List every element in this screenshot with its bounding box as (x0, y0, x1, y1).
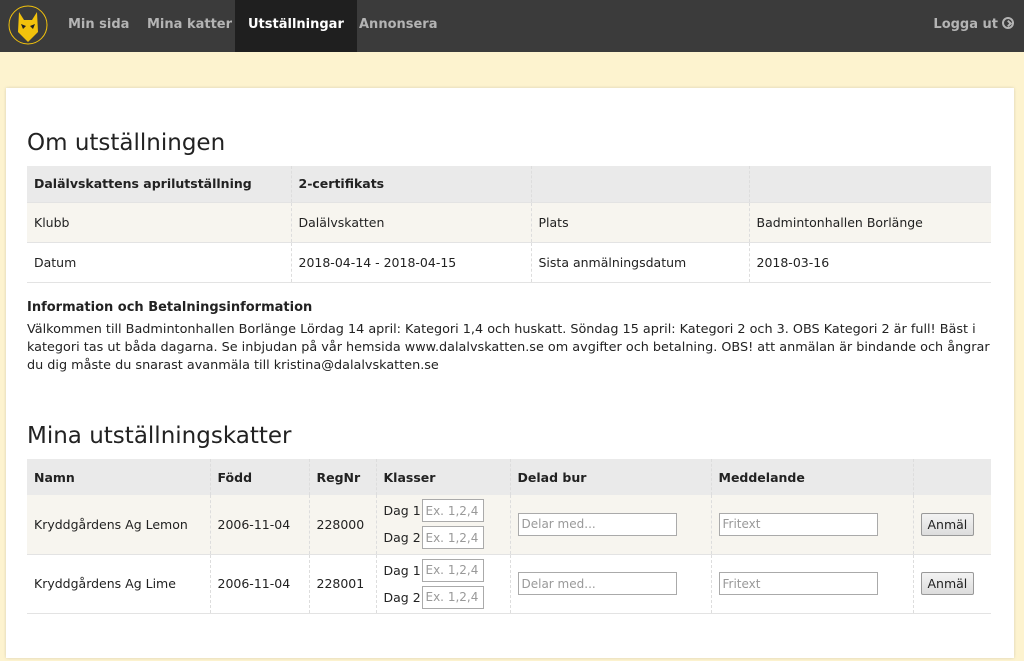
col-shared-cage: Delad bur (509, 459, 711, 495)
cat-born: 2006-11-04 (209, 495, 309, 554)
logout-label: Logga ut (933, 17, 998, 32)
cats-title: Mina utställningskatter (27, 423, 292, 449)
day1-row: Dag 1 (384, 497, 503, 524)
col-regnr: RegNr (308, 459, 376, 495)
cat-name: Kryddgårdens Ag Lime (34, 576, 176, 591)
col-classes: Klasser (375, 459, 510, 495)
deadline-value: 2018-03-16 (748, 242, 991, 282)
cat-regnr: 228001 (308, 554, 376, 613)
club-logo-icon[interactable] (8, 2, 48, 48)
register-button[interactable]: Anmäl (920, 572, 975, 595)
location-value: Badmintonhallen Borlänge (748, 202, 991, 242)
cat-born: 2006-11-04 (209, 554, 309, 613)
date-value: 2018-04-14 - 2018-04-15 (290, 242, 531, 282)
navbar: Min sida Mina katter Utställningar Annon… (0, 0, 1024, 52)
day2-label: Dag 2 (383, 589, 421, 605)
cat-name: Kryddgårdens Ag Lemon (34, 516, 188, 532)
header-empty-cell (530, 166, 749, 202)
show-info-table: Dalälvskattens aprilutställning 2-certif… (27, 166, 991, 283)
shared-cage-cell (509, 554, 711, 613)
location-label: Plats (530, 202, 749, 242)
club-value: Dalälvskatten (290, 202, 531, 242)
show-name: Dalälvskattens aprilutställning (34, 176, 252, 192)
message-cell (710, 554, 913, 613)
show-info-header-row: Dalälvskattens aprilutställning 2-certif… (27, 166, 991, 202)
nav-annonsera[interactable]: Annonsera (346, 0, 451, 52)
nav-mina-katter[interactable]: Mina katter (134, 0, 245, 52)
shared-cage-input[interactable] (517, 512, 677, 536)
day2-class-input[interactable] (421, 585, 484, 609)
col-born: Född (209, 459, 309, 495)
message-input[interactable] (718, 572, 878, 595)
classes-cell: Dag 1 Dag 2 (375, 495, 510, 554)
message-cell (710, 495, 913, 554)
certificate-type: 2-certifikats (290, 166, 531, 202)
about-title: Om utställningen (27, 130, 226, 156)
day1-label: Dag 1 (383, 562, 421, 578)
action-cell: Anmäl (912, 554, 991, 613)
table-row: Klubb Dalälvskatten Plats Badmintonhalle… (27, 202, 991, 242)
logout-link[interactable]: Logga ut (933, 0, 1014, 52)
table-row: Kryddgårdens Ag Lime 2006-11-04 228001 D… (27, 554, 991, 613)
day1-class-input[interactable] (421, 558, 484, 582)
day2-label: Dag 2 (383, 530, 421, 546)
header-empty-cell (748, 166, 991, 202)
nav-utstallningar[interactable]: Utställningar (235, 0, 357, 52)
register-button[interactable]: Anmäl (920, 512, 975, 536)
shared-cage-cell (509, 495, 711, 554)
club-label: Klubb (34, 214, 70, 230)
col-action (912, 459, 991, 495)
classes-cell: Dag 1 Dag 2 (375, 554, 510, 613)
table-row: Datum 2018-04-14 - 2018-04-15 Sista anmä… (27, 242, 991, 282)
info-heading: Information och Betalningsinformation (27, 300, 313, 315)
action-cell: Anmäl (912, 495, 991, 554)
cats-header-row: Namn Född RegNr Klasser Delad bur Meddel… (27, 459, 991, 495)
day2-row: Dag 2 (384, 584, 503, 611)
day2-row: Dag 2 (384, 524, 503, 551)
shared-cage-input[interactable] (517, 572, 677, 595)
nav-min-sida[interactable]: Min sida (55, 0, 142, 52)
day1-label: Dag 1 (383, 503, 421, 519)
day2-class-input[interactable] (421, 526, 484, 550)
deadline-label: Sista anmälningsdatum (530, 242, 749, 282)
col-message: Meddelande (710, 459, 913, 495)
day1-class-input[interactable] (421, 499, 484, 523)
table-row: Kryddgårdens Ag Lemon 2006-11-04 228000 … (27, 495, 991, 554)
date-label: Datum (34, 254, 77, 270)
show-cats-table: Namn Född RegNr Klasser Delad bur Meddel… (27, 459, 991, 614)
logout-circle-arrow-icon (1002, 17, 1014, 29)
main-panel: Om utställningen Dalälvskattens apriluts… (6, 88, 1014, 658)
info-text: Välkommen till Badmintonhallen Borlänge … (27, 322, 990, 373)
col-name: Namn (34, 469, 75, 485)
message-input[interactable] (718, 512, 878, 536)
day1-row: Dag 1 (384, 557, 503, 584)
cat-regnr: 228000 (308, 495, 376, 554)
